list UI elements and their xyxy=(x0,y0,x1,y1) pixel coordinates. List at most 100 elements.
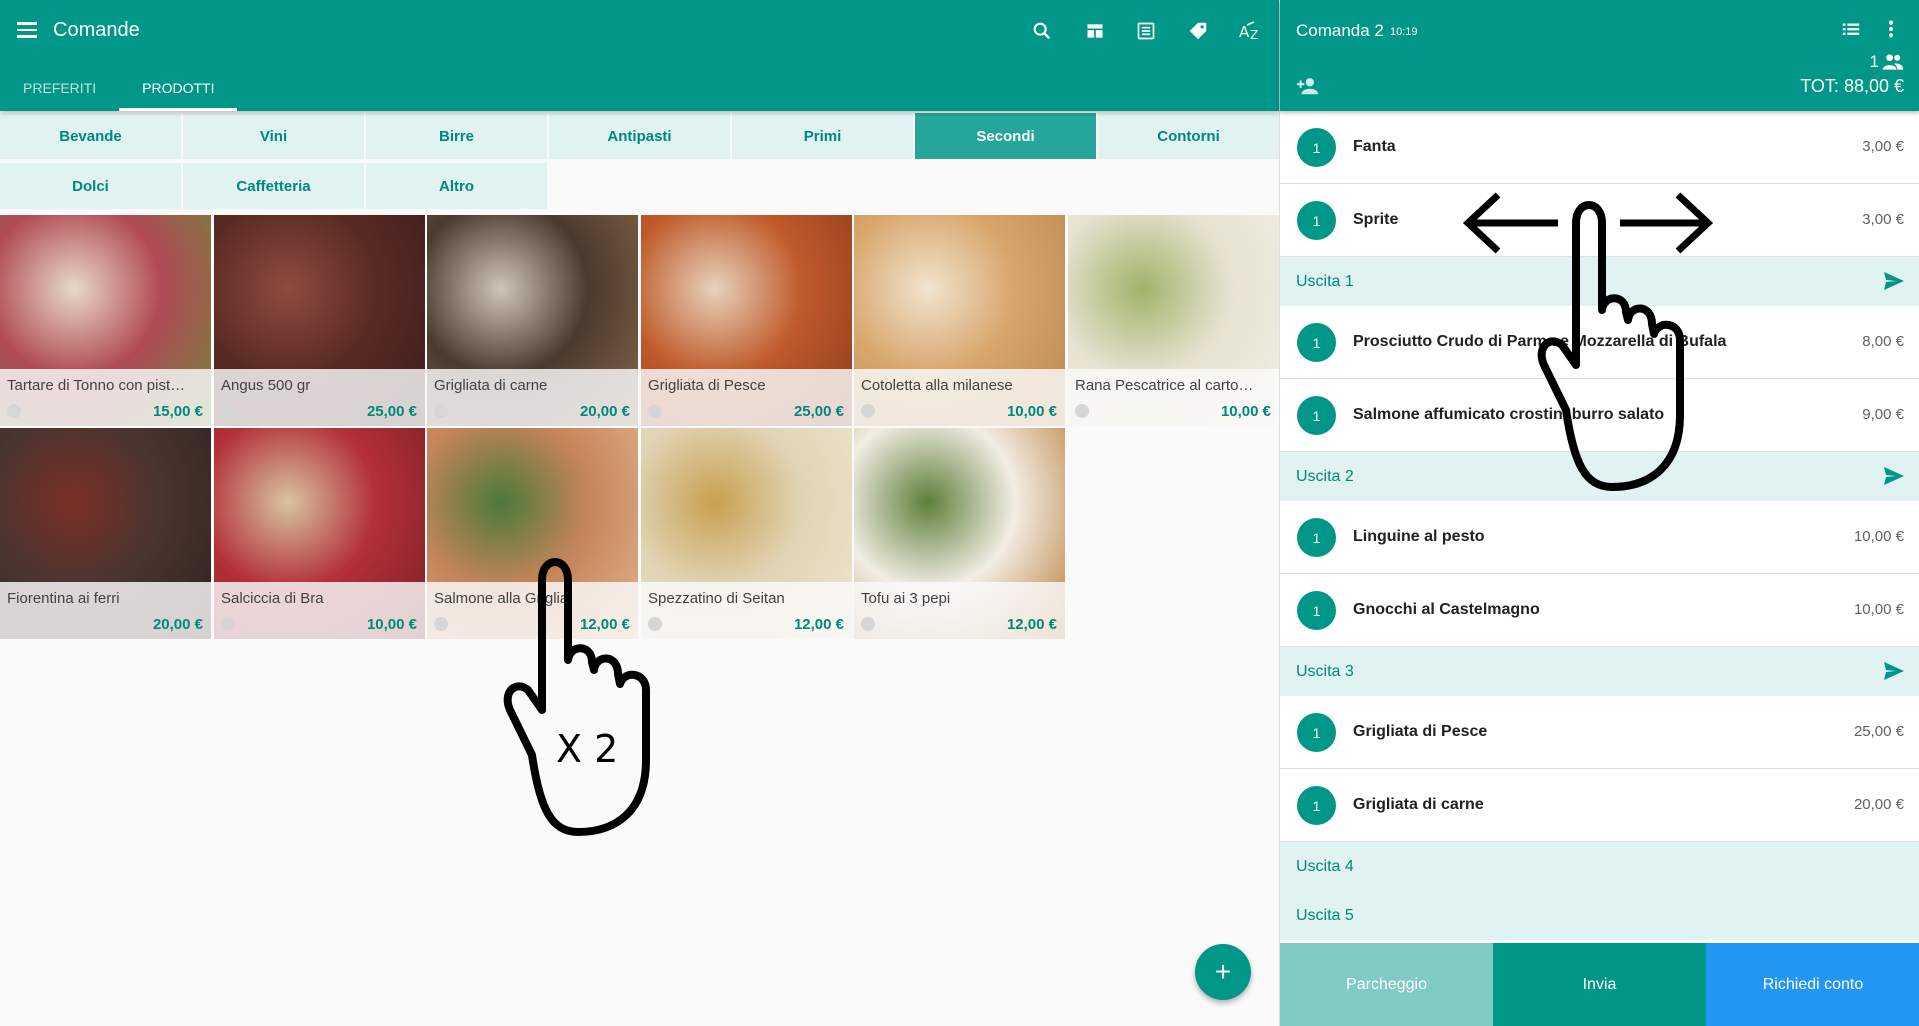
menu-icon[interactable] xyxy=(14,18,40,44)
product-price: 20,00 € xyxy=(152,616,203,633)
order-item-row[interactable]: 1 Sprite 3,00 € xyxy=(1280,184,1919,257)
add-button[interactable]: + xyxy=(1195,944,1251,1000)
product-tile[interactable]: Angus 500 gr 25,00 € xyxy=(214,215,425,426)
double-tap-label: X 2 xyxy=(556,727,618,771)
category-primi[interactable]: Primi xyxy=(732,113,913,159)
search-icon[interactable] xyxy=(1029,18,1055,44)
svg-text:A: A xyxy=(1239,23,1250,41)
item-quantity[interactable]: 1 xyxy=(1297,201,1336,240)
item-quantity[interactable]: 1 xyxy=(1297,323,1336,362)
item-price: 3,00 € xyxy=(1862,138,1904,155)
item-price: 3,00 € xyxy=(1862,211,1904,228)
richiedi-conto-button[interactable]: Richiedi conto xyxy=(1706,943,1919,1026)
order-item-row[interactable]: 1 Prosciutto Crudo di Parma e Mozzarella … xyxy=(1280,306,1919,379)
product-status-dot xyxy=(434,617,448,631)
course-name: Uscita 1 xyxy=(1296,273,1354,290)
product-tabs: PREFERITI PRODOTTI xyxy=(0,70,238,111)
tag-icon[interactable] xyxy=(1185,18,1211,44)
course-name: Uscita 2 xyxy=(1296,468,1354,485)
product-name: Fiorentina ai ferri xyxy=(7,590,120,607)
item-name: Linguine al pesto xyxy=(1353,528,1485,545)
order-item-row[interactable]: 1 Linguine al pesto 10,00 € xyxy=(1280,501,1919,574)
send-icon[interactable] xyxy=(1882,660,1906,687)
product-tile[interactable]: Grigliata di Pesce 25,00 € xyxy=(641,215,852,426)
product-price: 10,00 € xyxy=(366,616,417,633)
item-price: 10,00 € xyxy=(1853,528,1904,545)
item-price: 8,00 € xyxy=(1862,333,1904,350)
course-row[interactable]: Uscita 5 xyxy=(1280,891,1919,940)
product-tile[interactable]: Salciccia di Bra 10,00 € xyxy=(214,428,425,639)
layout-icon[interactable] xyxy=(1082,18,1108,44)
item-name: Grigliata di carne xyxy=(1353,796,1484,813)
item-quantity[interactable]: 1 xyxy=(1297,518,1336,557)
product-name: Salciccia di Bra xyxy=(221,590,324,607)
receipt-icon[interactable] xyxy=(1133,18,1159,44)
list-icon[interactable] xyxy=(1840,18,1862,45)
item-price: 9,00 € xyxy=(1862,406,1904,423)
invia-button[interactable]: Invia xyxy=(1493,943,1706,1026)
course-name: Uscita 4 xyxy=(1296,858,1354,875)
item-quantity[interactable]: 1 xyxy=(1297,591,1336,630)
add-guest-icon[interactable] xyxy=(1296,76,1320,101)
order-item-row[interactable]: 1 Fanta 3,00 € xyxy=(1280,111,1919,184)
order-item-row[interactable]: 1 Grigliata di Pesce 25,00 € xyxy=(1280,696,1919,769)
tab-prodotti[interactable]: PRODOTTI xyxy=(119,70,238,111)
product-status-dot xyxy=(861,404,875,418)
item-quantity[interactable]: 1 xyxy=(1297,128,1336,167)
product-name: Tartare di Tonno con pist… xyxy=(7,377,186,394)
product-name: Rana Pescatrice al carto… xyxy=(1075,377,1254,394)
product-status-dot xyxy=(221,617,235,631)
category-vini[interactable]: Vini xyxy=(183,113,364,159)
order-item-row[interactable]: 1 Salmone affumicato crostini burro salat… xyxy=(1280,379,1919,452)
course-row[interactable]: Uscita 2 xyxy=(1280,452,1919,501)
category-bevande[interactable]: Bevande xyxy=(0,113,181,159)
product-status-dot xyxy=(7,617,21,631)
item-quantity[interactable]: 1 xyxy=(1297,396,1336,435)
item-name: Gnocchi al Castelmagno xyxy=(1353,601,1540,618)
product-price: 25,00 € xyxy=(793,403,844,420)
item-price: 25,00 € xyxy=(1853,723,1904,740)
product-tile[interactable]: Rana Pescatrice al carto… 10,00 € xyxy=(1068,215,1279,426)
category-caffetteria[interactable]: Caffetteria xyxy=(183,163,364,209)
course-row[interactable]: Uscita 1 xyxy=(1280,257,1919,306)
product-tile[interactable]: Tartare di Tonno con pist… 15,00 € xyxy=(0,215,211,426)
product-price: 10,00 € xyxy=(1006,403,1057,420)
order-item-row[interactable]: 1 Gnocchi al Castelmagno 10,00 € xyxy=(1280,574,1919,647)
order-actions: Parcheggio Invia Richiedi conto xyxy=(1280,943,1919,1026)
product-tile[interactable]: Fiorentina ai ferri 20,00 € xyxy=(0,428,211,639)
app-title: Comande xyxy=(53,19,140,41)
product-tile[interactable]: Cotoletta alla milanese 10,00 € xyxy=(854,215,1065,426)
category-contorni[interactable]: Contorni xyxy=(1098,113,1279,159)
order-item-row[interactable]: 1 Grigliata di carne 20,00 € xyxy=(1280,769,1919,842)
sort-az-icon[interactable]: AZ xyxy=(1237,18,1263,44)
category-altro[interactable]: Altro xyxy=(366,163,547,209)
svg-text:Z: Z xyxy=(1250,28,1258,42)
course-row[interactable]: Uscita 4 xyxy=(1280,842,1919,891)
item-name: Prosciutto Crudo di Parma e Mozzarella d… xyxy=(1353,333,1727,350)
category-dolci[interactable]: Dolci xyxy=(0,163,181,209)
tab-preferiti[interactable]: PREFERITI xyxy=(0,70,119,111)
product-status-dot xyxy=(648,404,662,418)
send-icon[interactable] xyxy=(1882,465,1906,492)
parcheggio-button[interactable]: Parcheggio xyxy=(1280,943,1493,1026)
more-vert-icon[interactable] xyxy=(1884,18,1898,45)
category-birre[interactable]: Birre xyxy=(366,113,547,159)
product-tile[interactable]: Salmone alla Griglia 12,00 € xyxy=(427,428,638,639)
item-quantity[interactable]: 1 xyxy=(1297,713,1336,752)
category-antipasti[interactable]: Antipasti xyxy=(549,113,730,159)
product-name: Salmone alla Griglia xyxy=(434,590,569,607)
guest-count: 1 xyxy=(1870,52,1904,72)
course-row[interactable]: Uscita 3 xyxy=(1280,647,1919,696)
product-status-dot xyxy=(1075,404,1089,418)
item-quantity[interactable]: 1 xyxy=(1297,786,1336,825)
item-name: Sprite xyxy=(1353,211,1399,228)
product-tile[interactable]: Spezzatino di Seitan 12,00 € xyxy=(641,428,852,639)
send-icon[interactable] xyxy=(1882,270,1906,297)
product-tile[interactable]: Grigliata di carne 20,00 € xyxy=(427,215,638,426)
order-title: Comanda 2 xyxy=(1296,21,1384,40)
item-name: Grigliata di Pesce xyxy=(1353,723,1488,740)
product-name: Grigliata di Pesce xyxy=(648,377,766,394)
product-tile[interactable]: Tofu ai 3 pepi 12,00 € xyxy=(854,428,1065,639)
category-secondi[interactable]: Secondi xyxy=(915,113,1096,159)
order-panel: Comanda 2 10:19 1 TOT: 88,00 € 1 Fanta 3,0… xyxy=(1279,0,1919,1026)
